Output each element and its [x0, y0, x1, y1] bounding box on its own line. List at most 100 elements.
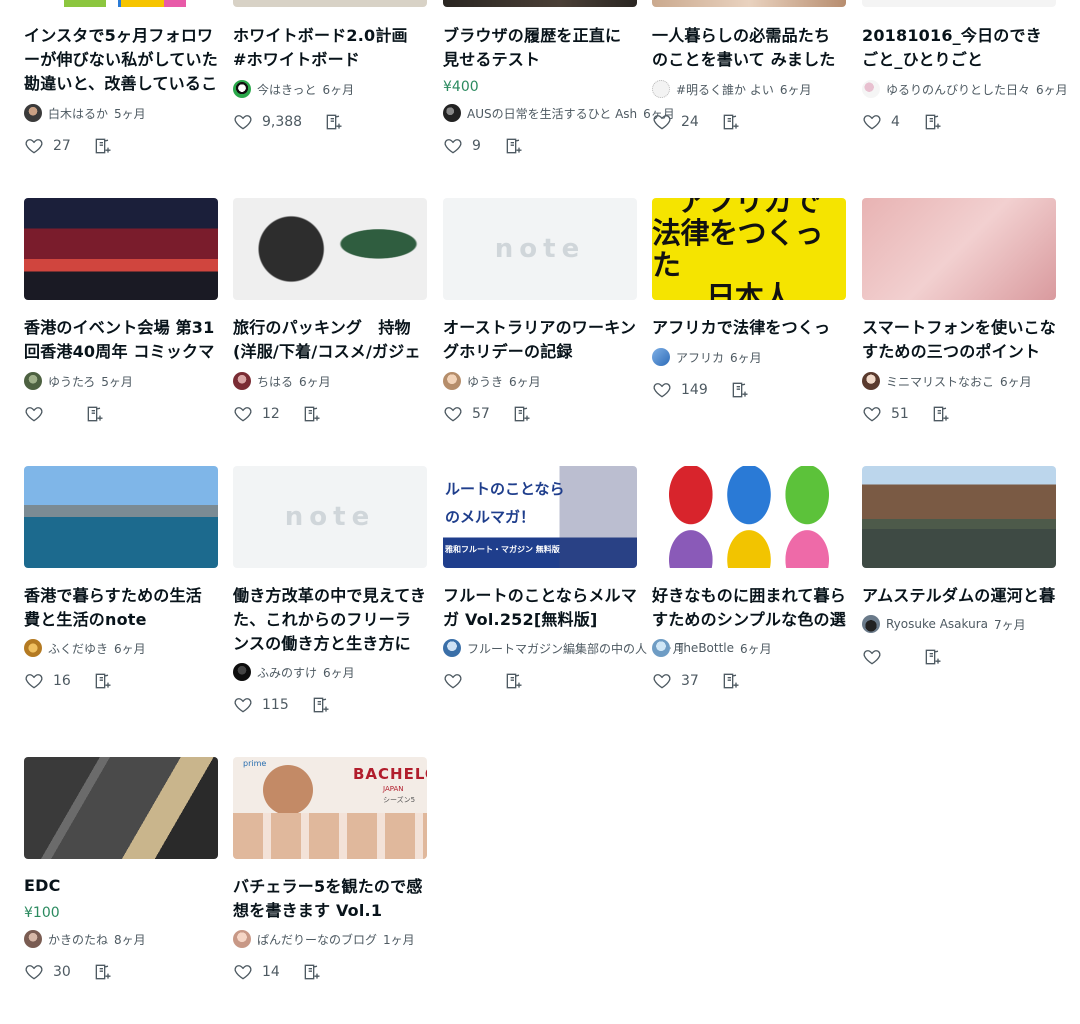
card-author[interactable]: Ryosuke Asakura 7ヶ月 [862, 614, 1026, 634]
magazine-add-icon[interactable] [302, 962, 322, 982]
magazine-add-icon[interactable] [923, 647, 943, 667]
card-title[interactable]: 香港で暮らすための生活費と生活のnote [24, 584, 218, 632]
card-author[interactable]: ちはる 6ヶ月 [233, 371, 331, 391]
magazine-add-icon[interactable] [93, 136, 113, 156]
card-author[interactable]: ぱんだりーなのブログ 1ヶ月 [233, 929, 415, 949]
heart-outline-icon[interactable] [24, 962, 44, 982]
like-button[interactable]: 16 [24, 671, 71, 691]
magazine-add-icon[interactable] [504, 671, 524, 691]
card-thumbnail[interactable] [652, 0, 846, 7]
magazine-add-icon[interactable] [93, 671, 113, 691]
card-thumbnail[interactable] [233, 0, 427, 7]
card-title[interactable]: バチェラー5を観たので感想を書きます Vol.1 [233, 875, 427, 923]
card-thumbnail[interactable]: note [443, 198, 637, 300]
like-button[interactable]: 37 [652, 671, 699, 691]
card-author[interactable]: かきのたね 8ヶ月 [24, 929, 146, 949]
card-thumbnail[interactable] [862, 466, 1056, 568]
card-thumbnail[interactable] [24, 757, 218, 859]
like-button[interactable] [24, 404, 63, 424]
heart-outline-icon[interactable] [233, 404, 253, 424]
card-author[interactable]: ゆるりのんびりとした日々 6ヶ月 [862, 79, 1068, 99]
heart-outline-icon[interactable] [652, 112, 672, 132]
card-title[interactable]: フルートのことならメルマガ Vol.252[無料版] [443, 584, 637, 632]
like-button[interactable]: 27 [24, 136, 71, 156]
card-author[interactable]: TheBottle 6ヶ月 [652, 638, 772, 658]
like-button[interactable]: 14 [233, 962, 280, 982]
card-thumbnail[interactable] [24, 466, 218, 568]
card-thumbnail[interactable] [24, 198, 218, 300]
card-author[interactable]: ゆうき 6ヶ月 [443, 371, 541, 391]
card-title[interactable]: ホワイトボード2.0計画 #ホワイトボード [233, 24, 427, 72]
magazine-add-icon[interactable] [324, 112, 344, 132]
card-title[interactable]: EDC [24, 874, 218, 898]
magazine-add-icon[interactable] [85, 404, 105, 424]
card-thumbnail[interactable] [862, 0, 1056, 7]
like-button[interactable]: 12 [233, 404, 280, 424]
card-title[interactable]: ブラウザの履歴を正直に見せるテスト [443, 24, 637, 72]
card-author[interactable]: ゆうたろ 5ヶ月 [24, 371, 133, 391]
like-button[interactable]: 115 [233, 695, 289, 715]
card-title[interactable]: 旅行のパッキング 持物(洋服/下着/コスメ/ガジェット類) [233, 316, 427, 364]
card-author[interactable]: ふみのすけ 6ヶ月 [233, 662, 355, 682]
heart-outline-icon[interactable] [443, 671, 463, 691]
heart-outline-icon[interactable] [233, 962, 253, 982]
card-title[interactable]: インスタで5ヶ月フォロワーが伸びない私がしていた勘違いと、改善していること [24, 24, 218, 96]
magazine-add-icon[interactable] [931, 404, 951, 424]
card-title[interactable]: 20181016_今日のできごと_ひとりごと [862, 24, 1056, 72]
heart-outline-icon[interactable] [652, 671, 672, 691]
heart-outline-icon[interactable] [24, 404, 44, 424]
magazine-add-icon[interactable] [512, 404, 532, 424]
card-title[interactable]: オーストラリアのワーキングホリデーの記録 [443, 316, 637, 364]
card-title[interactable]: 好きなものに囲まれて暮らすためのシンプルな色の選び方 [652, 584, 846, 632]
card-thumbnail[interactable] [862, 198, 1056, 300]
card-title[interactable]: アムステルダムの運河と暮らし [862, 584, 1056, 608]
like-button[interactable] [862, 647, 901, 667]
card-title[interactable]: 香港のイベント会場 第31回香港40周年 コミックマーケット参加レポ [24, 316, 218, 364]
card-author[interactable]: 白木はるか 5ヶ月 [24, 103, 146, 123]
card-thumbnail[interactable] [443, 0, 637, 7]
card-author[interactable]: ふくだゆき 6ヶ月 [24, 638, 146, 658]
like-button[interactable]: 51 [862, 404, 909, 424]
card-thumbnail[interactable] [233, 198, 427, 300]
heart-outline-icon[interactable] [233, 695, 253, 715]
heart-outline-icon[interactable] [443, 136, 463, 156]
like-button[interactable]: 9,388 [233, 112, 302, 132]
magazine-add-icon[interactable] [730, 380, 750, 400]
like-button[interactable]: 9 [443, 136, 482, 156]
magazine-add-icon[interactable] [721, 671, 741, 691]
heart-outline-icon[interactable] [862, 404, 882, 424]
card-title[interactable]: 一人暮らしの必需品たちのことを書いて みました ゆるめの日記 [652, 24, 846, 72]
magazine-add-icon[interactable] [504, 136, 524, 156]
card-title[interactable]: 働き方改革の中で見えてきた、これからのフリーランスの働き方と生き方について考える [233, 584, 427, 656]
card-author[interactable]: ミニマリストなおこ 6ヶ月 [862, 371, 1032, 391]
card-thumbnail[interactable]: note [233, 466, 427, 568]
heart-outline-icon[interactable] [233, 112, 253, 132]
heart-outline-icon[interactable] [24, 671, 44, 691]
like-button[interactable]: 4 [862, 112, 901, 132]
like-button[interactable] [443, 671, 482, 691]
magazine-add-icon[interactable] [721, 112, 741, 132]
heart-outline-icon[interactable] [652, 380, 672, 400]
card-author[interactable]: AUSの日常を生活するひと Ash 6ヶ月 [443, 103, 675, 123]
like-button[interactable]: 149 [652, 380, 708, 400]
magazine-add-icon[interactable] [93, 962, 113, 982]
card-thumbnail[interactable] [24, 0, 218, 7]
card-thumbnail[interactable]: アフリカで 法律をつくった 日本人 [652, 198, 846, 300]
card-title[interactable]: アフリカで法律をつくった日本人 [652, 316, 846, 340]
magazine-add-icon[interactable] [302, 404, 322, 424]
card-author[interactable]: フルートマガジン編集部の中の人 6ヶ月 [443, 638, 685, 658]
card-author[interactable]: 今はきっと 6ヶ月 [233, 79, 354, 99]
card-author[interactable]: #明るく誰か よい 6ヶ月 [652, 79, 812, 99]
card-author[interactable]: アフリカ 6ヶ月 [652, 347, 762, 367]
heart-outline-icon[interactable] [862, 647, 882, 667]
heart-outline-icon[interactable] [443, 404, 463, 424]
card-thumbnail[interactable] [652, 466, 846, 568]
like-button[interactable]: 24 [652, 112, 699, 132]
heart-outline-icon[interactable] [24, 136, 44, 156]
like-button[interactable]: 30 [24, 962, 71, 982]
card-title[interactable]: スマートフォンを使いこなすための三つのポイントを紹介します [862, 316, 1056, 364]
like-button[interactable]: 57 [443, 404, 490, 424]
magazine-add-icon[interactable] [311, 695, 331, 715]
magazine-add-icon[interactable] [923, 112, 943, 132]
card-thumbnail[interactable]: ルートのことなら のメルマガ！ 雅和フルート・マガジン 無料版 [443, 466, 637, 568]
